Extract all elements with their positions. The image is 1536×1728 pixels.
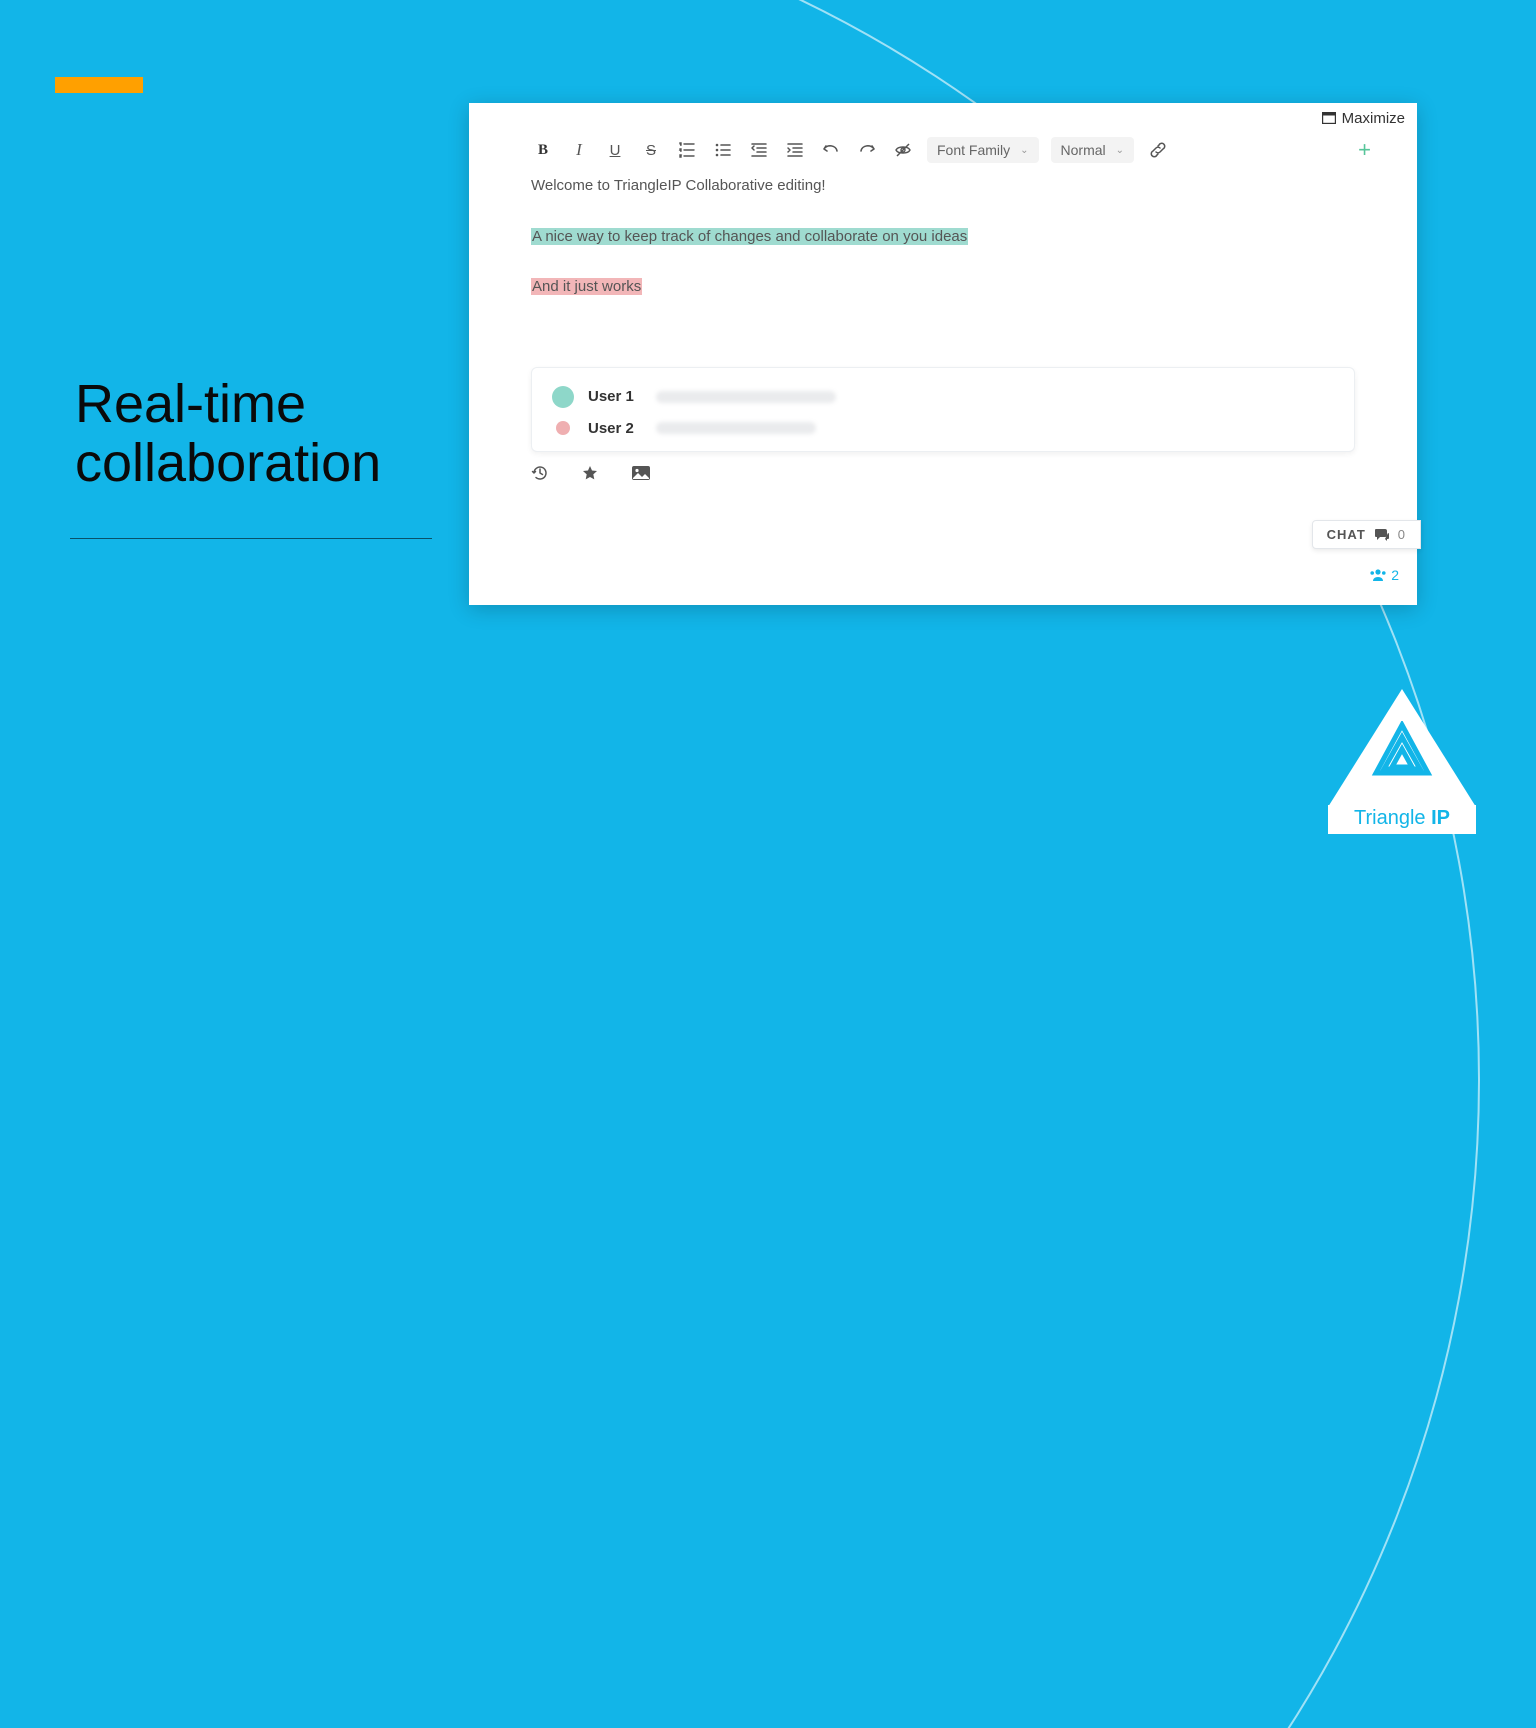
indent-icon xyxy=(786,141,804,159)
undo-icon xyxy=(822,141,840,159)
font-family-dropdown[interactable]: Font Family ⌄ xyxy=(927,137,1039,163)
user-color-dot xyxy=(552,386,574,408)
brand-name-2: IP xyxy=(1431,807,1450,829)
user-email-redacted xyxy=(656,422,816,434)
editor-app: Maximize B I U S Font Family ⌄ xyxy=(469,103,1417,605)
image-button[interactable] xyxy=(631,465,651,486)
collaborator-row: User 2 xyxy=(552,414,1334,443)
editor-toolbar: B I U S Font Family ⌄ Normal ⌄ xyxy=(469,129,1417,171)
maximize-button[interactable]: Maximize xyxy=(469,103,1417,129)
online-users-count: 2 xyxy=(1391,567,1399,583)
favorite-button[interactable] xyxy=(581,464,599,487)
redo-icon xyxy=(858,141,876,159)
chevron-down-icon: ⌄ xyxy=(1116,145,1124,156)
outdent-icon xyxy=(750,141,768,159)
chat-count: 0 xyxy=(1398,527,1406,542)
collaborator-row: User 1 xyxy=(552,380,1334,414)
bold-button[interactable]: B xyxy=(531,138,555,162)
paragraph-style-dropdown[interactable]: Normal ⌄ xyxy=(1051,137,1135,163)
chevron-down-icon: ⌄ xyxy=(1020,145,1028,156)
brand-name-1: Triangle xyxy=(1354,807,1426,829)
italic-button[interactable]: I xyxy=(567,138,591,162)
history-icon xyxy=(531,464,549,482)
ordered-list-icon xyxy=(678,141,696,159)
collaborators-panel: User 1 User 2 xyxy=(531,367,1355,452)
indent-button[interactable] xyxy=(783,138,807,162)
title-line-1: Real-time xyxy=(75,374,306,434)
maximize-label: Maximize xyxy=(1342,110,1405,127)
triangle-logo-icon xyxy=(1370,721,1434,777)
underline-button[interactable]: U xyxy=(603,138,627,162)
star-icon xyxy=(581,464,599,482)
visibility-button[interactable] xyxy=(891,138,915,162)
unordered-list-icon xyxy=(714,141,732,159)
slide-title: Real-time collaboration xyxy=(75,375,381,494)
user-email-redacted xyxy=(656,391,836,403)
link-icon xyxy=(1149,141,1167,159)
add-button[interactable]: + xyxy=(1358,137,1387,163)
content-line-1: Welcome to TriangleIP Collaborative edit… xyxy=(531,175,1355,198)
title-line-2: collaboration xyxy=(75,433,381,493)
accent-bar xyxy=(55,77,143,93)
paragraph-style-label: Normal xyxy=(1061,142,1106,158)
brand-logo: Triangle IP xyxy=(1328,689,1476,834)
undo-button[interactable] xyxy=(819,138,843,162)
people-icon xyxy=(1369,568,1387,582)
user-name: User 1 xyxy=(588,388,634,405)
chat-label: CHAT xyxy=(1327,527,1366,542)
link-button[interactable] xyxy=(1146,138,1170,162)
content-line-2: A nice way to keep track of changes and … xyxy=(531,228,968,245)
title-underline xyxy=(70,538,432,539)
maximize-icon xyxy=(1322,112,1336,124)
ordered-list-button[interactable] xyxy=(675,138,699,162)
eye-off-icon xyxy=(894,141,912,159)
user-name: User 2 xyxy=(588,420,634,437)
font-family-label: Font Family xyxy=(937,142,1010,158)
outdent-button[interactable] xyxy=(747,138,771,162)
user-color-dot xyxy=(556,421,570,435)
chat-icon xyxy=(1374,528,1390,542)
bottom-toolbar xyxy=(469,452,1417,487)
strikethrough-button[interactable]: S xyxy=(639,138,663,162)
content-line-3: And it just works xyxy=(531,278,642,295)
image-icon xyxy=(631,465,651,481)
editor-content[interactable]: Welcome to TriangleIP Collaborative edit… xyxy=(469,171,1417,337)
history-button[interactable] xyxy=(531,464,549,487)
redo-button[interactable] xyxy=(855,138,879,162)
unordered-list-button[interactable] xyxy=(711,138,735,162)
online-users-badge[interactable]: 2 xyxy=(1369,567,1399,583)
chat-toggle[interactable]: CHAT 0 xyxy=(1312,520,1421,549)
